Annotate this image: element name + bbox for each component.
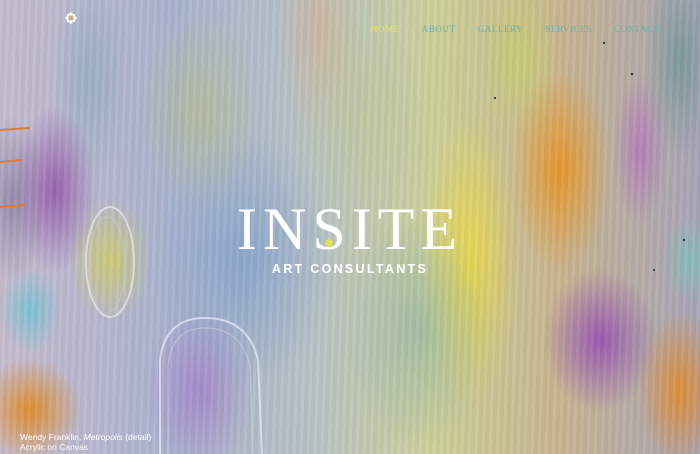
nav-services[interactable]: SERVICES [545, 24, 592, 34]
painted-dash-1 [0, 127, 31, 131]
nav-home[interactable]: HOME [371, 24, 400, 34]
nav-contact[interactable]: CONTACT [614, 24, 660, 34]
painted-arch-bottom-inner [167, 327, 254, 454]
caption-detail: (detail) [122, 432, 152, 442]
caption-artwork-title: Metropolis [83, 432, 123, 442]
paint-speck [493, 96, 497, 100]
painted-dash-2 [0, 159, 23, 163]
caption-medium: Acrylic on Canvas [20, 442, 89, 452]
caption-artist: Wendy Franklin, [20, 432, 84, 442]
logo-word-part2: SITE [312, 196, 463, 262]
nav-gallery[interactable]: GALLERY [478, 24, 524, 34]
painted-arch-bottom [159, 316, 263, 454]
caption-line-1: Wendy Franklin, Metropolis (detail) [20, 432, 151, 442]
site-logo[interactable]: INSITE ART CONSULTANTS [0, 198, 700, 276]
logo-word-part1: IN [237, 196, 313, 262]
artwork-caption: Wendy Franklin, Metropolis (detail) Acry… [20, 432, 151, 452]
paint-speck [630, 72, 634, 76]
logo-dot [325, 239, 334, 247]
logo-wordmark: INSITE [237, 198, 463, 260]
flower-icon[interactable] [65, 12, 77, 24]
paint-speck [602, 41, 606, 45]
nav-about[interactable]: ABOUT [422, 24, 456, 34]
logo-subtitle: ART CONSULTANTS [271, 262, 429, 276]
main-nav: HOME ABOUT GALLERY SERVICES CONTACT [371, 24, 660, 34]
